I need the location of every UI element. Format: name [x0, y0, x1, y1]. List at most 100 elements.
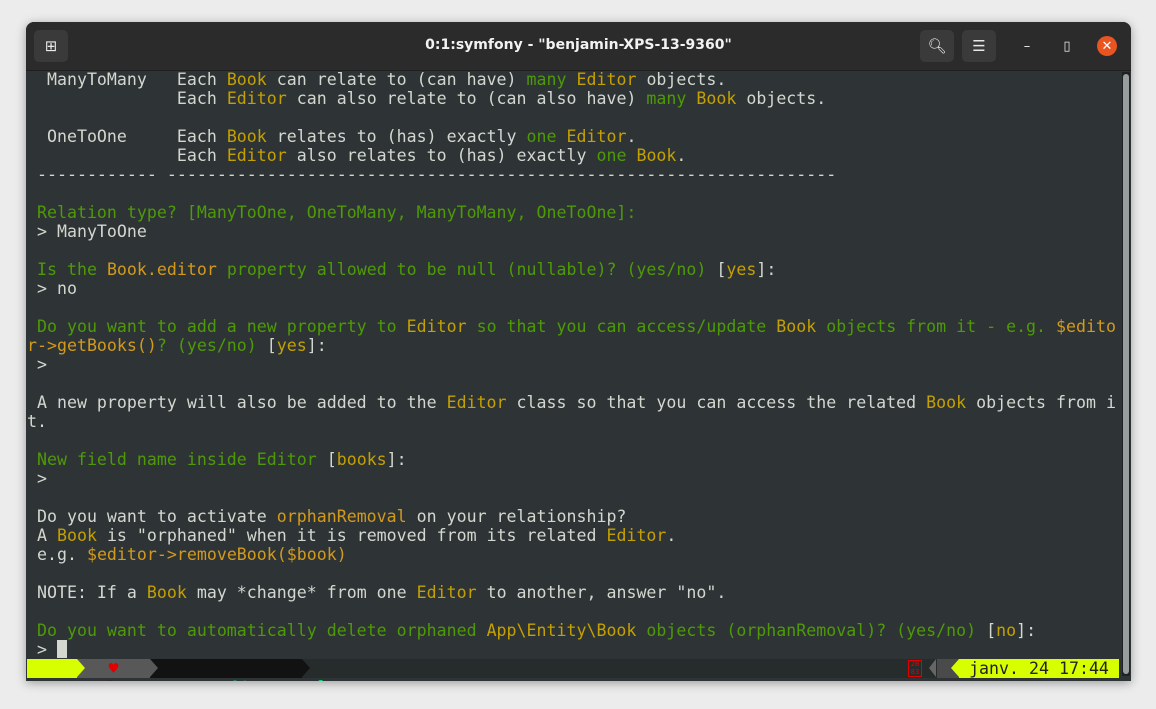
text-run: ]: — [386, 450, 407, 469]
close-button[interactable]: ✕ — [1097, 36, 1117, 56]
text-run: objects from i — [966, 393, 1116, 412]
datetime: janv. 24 17:44 — [959, 659, 1119, 678]
terminal-window: ⊞ 0:1:symfony - "benjamin-XPS-13-9360" 🔍… — [26, 22, 1131, 681]
text-run: relates to (has) exactly — [266, 127, 527, 146]
unicode-glyph-box: 2B 83 — [908, 660, 922, 677]
text-run: Book.editor — [106, 260, 217, 279]
prompt-line[interactable]: > — [27, 640, 1119, 659]
text-run: Editor — [566, 127, 627, 146]
terminal-line: > no — [27, 279, 1119, 298]
text-run: also relates to (has) exactly — [286, 146, 597, 165]
terminal-line: Each Editor can also relate to (can also… — [27, 89, 1119, 108]
scrollbar-thumb[interactable] — [1123, 74, 1129, 674]
text-run: Editor — [226, 89, 287, 108]
text-run: > no — [27, 279, 77, 298]
session-segment: ▢ 0 — [27, 659, 115, 681]
text-run: orphanRemoval — [276, 507, 407, 526]
window-name: symfony — [284, 678, 354, 681]
terminal-line: New field name inside Editor [books]: — [27, 450, 1119, 469]
text-run: [ — [716, 260, 727, 279]
text-run: many — [526, 70, 567, 89]
text-run: class so that you can access the related — [506, 393, 927, 412]
text-run: Book — [226, 70, 267, 89]
text-run: Book — [56, 526, 97, 545]
terminal-line: Do you want to automatically delete orph… — [27, 621, 1119, 640]
text-run: Editor — [416, 583, 477, 602]
session-number: 0 — [105, 678, 115, 681]
text-run — [626, 146, 636, 165]
text-run: App\Entity\Book — [486, 621, 637, 640]
terminal-line: Do you want to activate orphanRemoval on… — [27, 507, 1119, 526]
text-run: . — [666, 526, 677, 545]
text-run: Each — [27, 146, 227, 165]
maximize-button[interactable]: ▯ — [1057, 36, 1077, 56]
prompt: > — [27, 640, 57, 659]
terminal-line: ManyToMany Each Book can relate to (can … — [27, 70, 1119, 89]
text-run: Do you want to activate — [27, 507, 277, 526]
text-run: ]: — [1016, 621, 1037, 640]
text-run: can also relate to (can also have) — [286, 89, 647, 108]
text-run: objects (orphanRemoval)? (yes/no) — [636, 621, 987, 640]
text-run: many — [646, 89, 687, 108]
text-run: Editor — [226, 146, 287, 165]
text-run: $editor->removeBook($book) — [86, 545, 347, 564]
text-run: [ — [266, 336, 277, 355]
text-run: objects from it - e.g. — [816, 317, 1057, 336]
text-run: Relation type? [ManyToOne, OneToMany, Ma… — [27, 203, 637, 222]
text-run: objects. — [736, 89, 827, 108]
text-run: OneToOne Each — [27, 127, 227, 146]
title-bar: ⊞ 0:1:symfony - "benjamin-XPS-13-9360" 🔍… — [26, 22, 1131, 71]
menu-button[interactable]: ☰ — [962, 30, 996, 62]
text-run: Book — [146, 583, 187, 602]
text-run: ManyToMany Each — [27, 70, 227, 89]
text-run: ]: — [756, 260, 777, 279]
window-tab[interactable]: 1* 〉 symfony — [150, 659, 354, 681]
maximize-icon: ▯ — [1063, 38, 1071, 54]
text-run: Is the — [27, 260, 107, 279]
terminal-line: e.g. $editor->removeBook($book) — [27, 545, 1119, 564]
terminal-line: Relation type? [ManyToOne, OneToMany, Ma… — [27, 203, 1119, 222]
text-run: one — [596, 146, 627, 165]
minimize-icon: – — [1023, 38, 1031, 54]
text-run — [686, 89, 696, 108]
text-run: Book — [776, 317, 817, 336]
text-run: is "orphaned" when it is removed from it… — [96, 526, 607, 545]
hamburger-icon: ☰ — [972, 37, 986, 55]
terminal-line: r->getBooks()? (yes/no) [yes]: — [27, 336, 1119, 355]
terminal-line: A new property will also be added to the… — [27, 393, 1119, 412]
text-run — [567, 70, 577, 89]
text-run: $edito — [1056, 317, 1116, 336]
terminal-output[interactable]: ManyToMany Each Book can relate to (can … — [27, 70, 1119, 660]
text-run: . — [676, 146, 687, 165]
text-run: A new property will also be added to the — [27, 393, 447, 412]
minimize-button[interactable]: – — [1017, 36, 1037, 56]
terminal-line: Is the Book.editor property allowed to b… — [27, 260, 1119, 279]
text-run: to another, answer "no". — [476, 583, 727, 602]
terminal-line: t. — [27, 412, 1119, 431]
text-run: > — [27, 469, 47, 488]
text-run: so that you can access/update — [466, 317, 777, 336]
search-button[interactable]: 🔍︎ — [920, 30, 954, 62]
terminal-line: > ManyToOne — [27, 222, 1119, 241]
terminal-line: A Book is "orphaned" when it is removed … — [27, 526, 1119, 545]
text-run: ------------ ---------------------------… — [27, 165, 837, 184]
text-run: New field name inside Editor — [27, 450, 327, 469]
text-run: Editor — [576, 70, 637, 89]
terminal-line: NOTE: If a Book may *change* from one Ed… — [27, 583, 1119, 602]
text-run — [557, 127, 567, 146]
text-run: Editor — [406, 317, 467, 336]
text-run: Editor — [606, 526, 667, 545]
text-run: > — [27, 355, 47, 374]
text-run: on your relationship? — [406, 507, 627, 526]
text-run: A — [27, 526, 57, 545]
text-run: one — [526, 127, 557, 146]
text-run: ]: — [306, 336, 327, 355]
scrollbar[interactable] — [1122, 72, 1130, 676]
